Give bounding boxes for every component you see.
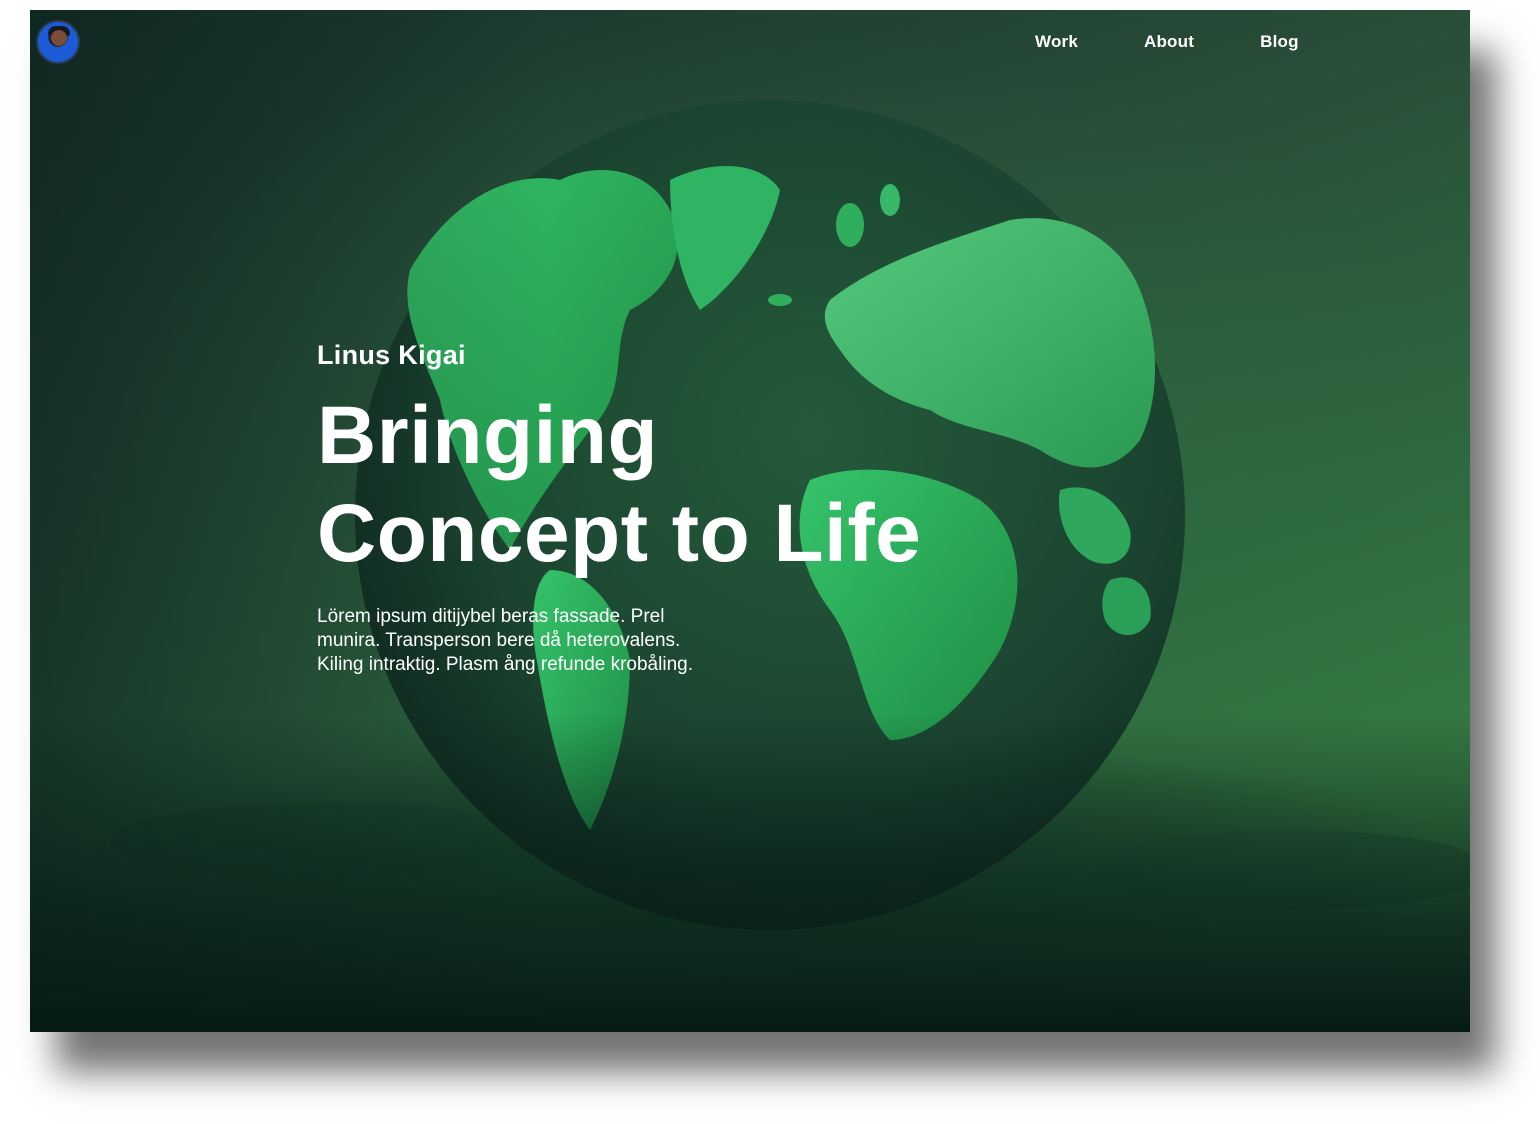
hero-headline: Bringing Concept to Life — [317, 387, 921, 583]
bottom-shade-overlay — [30, 712, 1470, 1032]
headline-line-2: Concept to Life — [317, 488, 922, 579]
nav-link-work[interactable]: Work — [1035, 32, 1078, 52]
avatar[interactable] — [36, 20, 80, 64]
avatar-face — [51, 30, 67, 46]
hero-section: Work About Blog Linus Kigai Bringing Con… — [30, 10, 1470, 1032]
hero-content: Linus Kigai Bringing Concept to Life Lör… — [317, 340, 921, 677]
nav-link-blog[interactable]: Blog — [1260, 32, 1299, 52]
nav-link-about[interactable]: About — [1144, 32, 1194, 52]
author-name: Linus Kigai — [317, 340, 466, 370]
headline-line-1: Bringing — [317, 390, 659, 481]
top-navigation: Work About Blog — [1035, 32, 1299, 52]
hero-description: Lörem ipsum ditijybel beras fassade. Pre… — [317, 606, 693, 675]
